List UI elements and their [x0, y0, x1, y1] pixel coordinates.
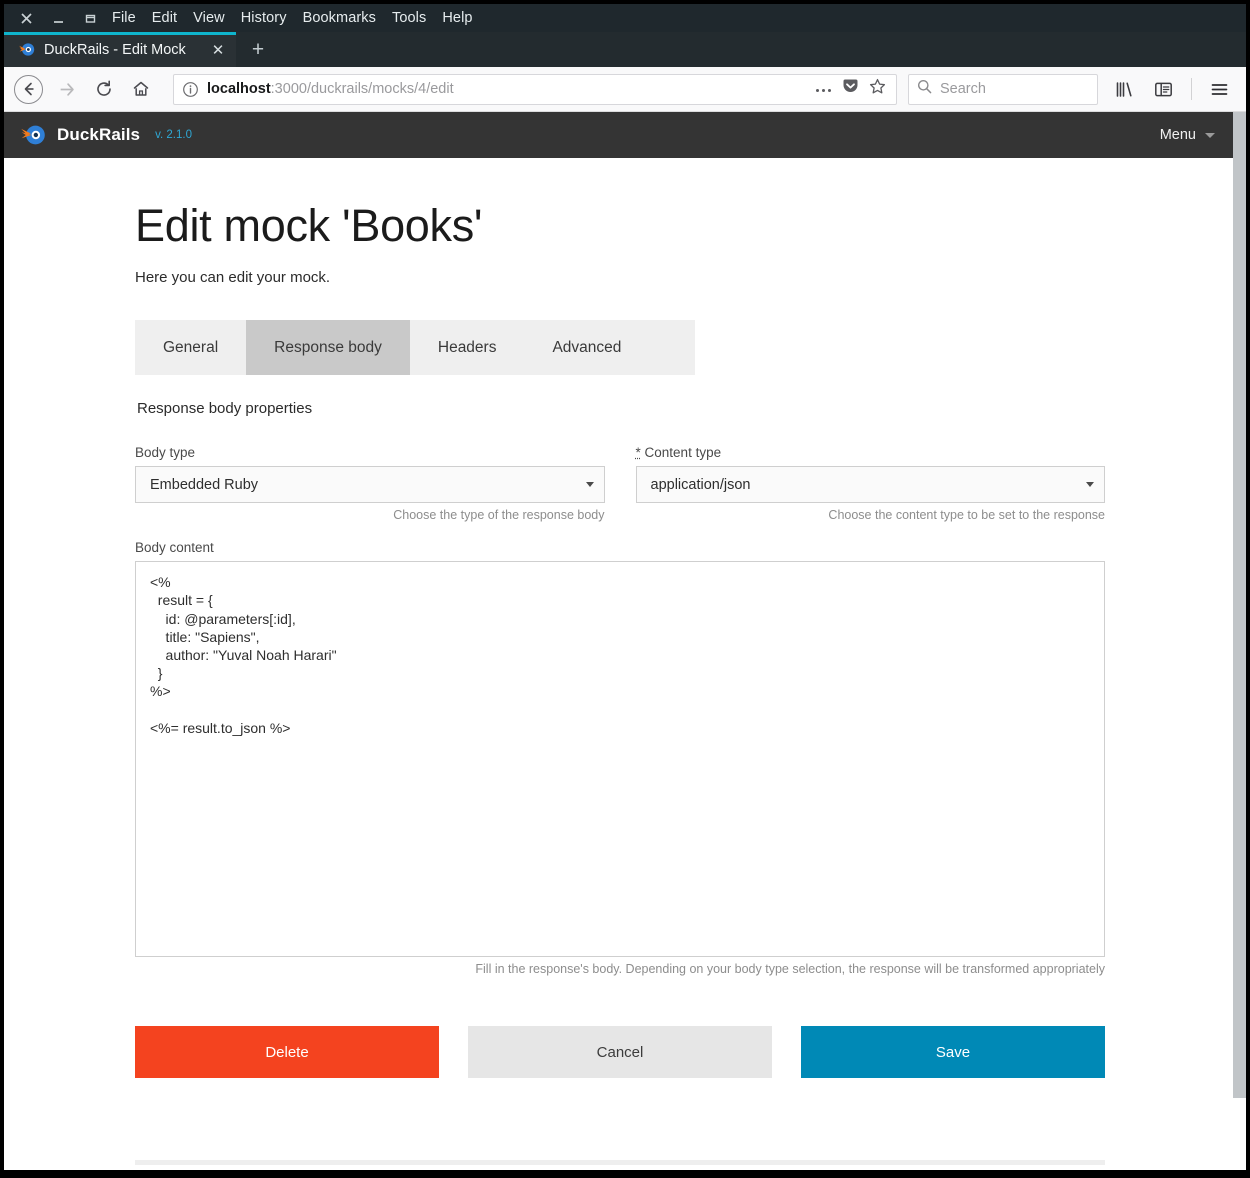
menu-tools[interactable]: Tools: [392, 10, 426, 26]
browser-tab-active[interactable]: DuckRails - Edit Mock ✕: [4, 32, 236, 67]
menu-view[interactable]: View: [193, 10, 225, 26]
menu-help[interactable]: Help: [442, 10, 472, 26]
minimize-window-icon[interactable]: [52, 12, 64, 24]
browser-tabstrip: DuckRails - Edit Mock ✕ +: [4, 32, 1246, 67]
page-footer: DuckRails v2.1.0: [135, 1165, 1105, 1170]
site-info-icon[interactable]: [182, 81, 199, 98]
close-tab-icon[interactable]: ✕: [210, 42, 226, 59]
toolbar-end: [1108, 73, 1236, 106]
app-brand[interactable]: DuckRails v. 2.1.0: [20, 122, 192, 148]
browser-window: File Edit View History Bookmarks Tools H…: [4, 4, 1246, 1170]
search-input[interactable]: Search: [940, 81, 986, 97]
body-content-hint: Fill in the response's body. Depending o…: [475, 962, 1105, 977]
bookmark-star-icon[interactable]: [869, 78, 886, 100]
chevron-down-icon: [585, 482, 594, 488]
close-window-icon[interactable]: [20, 12, 32, 24]
form-tabs: General Response body Headers Advanced: [135, 320, 695, 376]
main-container: Edit mock 'Books' Here you can edit your…: [4, 158, 1233, 1170]
reload-button[interactable]: [87, 73, 120, 106]
page-scrollbar[interactable]: [1233, 112, 1246, 1170]
app-menu-label: Menu: [1159, 127, 1196, 143]
search-icon: [917, 79, 932, 99]
body-type-hint: Choose the type of the response body: [393, 508, 605, 523]
body-content-field: Body content <% result = { id: @paramete…: [135, 540, 1105, 976]
scrollbar-thumb[interactable]: [1233, 112, 1246, 1098]
body-type-label: Body type: [135, 445, 196, 461]
sidebar-icon[interactable]: [1147, 73, 1180, 106]
page-title: Edit mock 'Books': [135, 200, 483, 251]
url-bar[interactable]: localhost:3000/duckrails/mocks/4/edit: [173, 73, 897, 105]
cancel-button[interactable]: Cancel: [468, 1026, 772, 1079]
tab-general[interactable]: General: [135, 320, 246, 375]
tab-headers[interactable]: Headers: [410, 320, 525, 375]
content-type-label-text: Content type: [644, 445, 722, 461]
content-type-select[interactable]: application/json: [635, 466, 1105, 504]
url-actions: [815, 78, 888, 100]
library-icon[interactable]: [1108, 73, 1141, 106]
browser-toolbar: localhost:3000/duckrails/mocks/4/edit Se…: [4, 67, 1246, 112]
form-row-types: Body type Embedded Ruby Choose the type …: [135, 445, 1105, 522]
window-controls: [4, 12, 100, 24]
duckrails-favicon-icon: [19, 43, 35, 56]
page-actions-icon[interactable]: [815, 80, 832, 98]
menu-bar: File Edit View History Bookmarks Tools H…: [112, 10, 473, 26]
url-host: localhost: [207, 81, 271, 97]
save-button[interactable]: Save: [801, 1026, 1105, 1079]
url-path: :3000/duckrails/mocks/4/edit: [270, 81, 454, 97]
content-type-hint: Choose the content type to be set to the…: [828, 508, 1105, 523]
pocket-icon[interactable]: [842, 78, 859, 100]
body-type-field: Body type Embedded Ruby Choose the type …: [135, 445, 605, 522]
tab-advanced[interactable]: Advanced: [524, 320, 649, 375]
window-titlebar: File Edit View History Bookmarks Tools H…: [4, 4, 1246, 32]
chevron-down-icon: [1086, 482, 1094, 488]
menu-edit[interactable]: Edit: [152, 10, 177, 26]
menu-bookmarks[interactable]: Bookmarks: [303, 10, 376, 26]
body-content-label: Body content: [135, 540, 214, 556]
screen: File Edit View History Bookmarks Tools H…: [0, 0, 1250, 1178]
page-content: DuckRails v. 2.1.0 Menu Edit mock 'Books…: [4, 112, 1233, 1170]
home-button[interactable]: [124, 73, 157, 106]
back-button[interactable]: [14, 74, 43, 104]
chevron-down-icon: [1205, 132, 1215, 138]
menu-history[interactable]: History: [241, 10, 287, 26]
app-version: v. 2.1.0: [155, 129, 192, 141]
search-bar[interactable]: Search: [908, 73, 1098, 105]
page-viewport: DuckRails v. 2.1.0 Menu Edit mock 'Books…: [4, 112, 1246, 1170]
section-title: Response body properties: [137, 400, 313, 418]
page-subtitle: Here you can edit your mock.: [135, 269, 331, 287]
body-type-select[interactable]: Embedded Ruby: [135, 466, 605, 504]
app-navbar: DuckRails v. 2.1.0 Menu: [4, 112, 1233, 158]
new-tab-button[interactable]: +: [236, 32, 280, 67]
tab-response-body[interactable]: Response body: [246, 320, 410, 376]
form-actions: Delete Cancel Save: [135, 1026, 1105, 1079]
url-text[interactable]: localhost:3000/duckrails/mocks/4/edit: [207, 81, 807, 97]
forward-button[interactable]: [50, 73, 83, 106]
hamburger-menu-icon[interactable]: [1203, 73, 1236, 106]
toolbar-divider: [1191, 78, 1192, 100]
body-type-value: Embedded Ruby: [150, 476, 259, 493]
menu-file[interactable]: File: [112, 10, 136, 26]
duckrails-logo-icon: [21, 125, 45, 145]
content-type-field: * Content type application/json Choose t…: [635, 445, 1106, 523]
content-type-label: * Content type: [636, 445, 1106, 460]
content-type-value: application/json: [650, 476, 751, 493]
app-brand-name: DuckRails: [57, 125, 141, 144]
delete-button[interactable]: Delete: [135, 1026, 439, 1079]
maximize-window-icon[interactable]: [84, 12, 96, 24]
required-marker: *: [635, 445, 641, 461]
browser-tab-title: DuckRails - Edit Mock: [44, 41, 186, 58]
app-menu-button[interactable]: Menu: [1160, 127, 1215, 143]
body-content-input[interactable]: <% result = { id: @parameters[:id], titl…: [135, 561, 1105, 958]
